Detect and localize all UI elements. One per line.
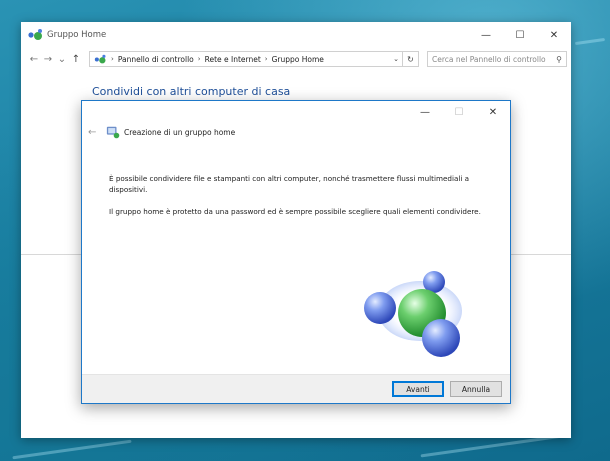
breadcrumb-separator[interactable]: ›: [265, 55, 268, 63]
address-bar[interactable]: › Pannello di controllo › Rete e Interne…: [89, 51, 403, 67]
search-placeholder: Cerca nel Pannello di controllo: [432, 54, 546, 64]
cancel-button[interactable]: Annulla: [450, 381, 502, 397]
breadcrumb-item-control-panel[interactable]: Pannello di controllo: [118, 55, 194, 64]
dialog-minimize-button[interactable]: —: [408, 101, 442, 123]
background-streak: [12, 439, 132, 460]
dialog-header: ← Creazione di un gruppo home: [88, 125, 235, 139]
navigation-bar: ← → ⌄ ↑ › Pannello di controllo › Rete e…: [21, 48, 571, 70]
dialog-title: Creazione di un gruppo home: [124, 127, 236, 137]
maximize-button[interactable]: ☐: [503, 22, 537, 48]
next-button[interactable]: Avanti: [392, 381, 444, 397]
dialog-maximize-button: ☐: [454, 106, 464, 118]
search-icon: ⚲: [556, 54, 562, 64]
homegroup-icon: [94, 54, 106, 63]
back-arrow-icon[interactable]: ←: [27, 54, 41, 65]
breadcrumb-separator[interactable]: ›: [198, 55, 201, 63]
description-paragraph: È possibile condividere file e stampanti…: [109, 174, 470, 194]
title-bar: Gruppo Home — ☐ ✕: [21, 22, 571, 48]
recent-locations-icon[interactable]: ⌄: [55, 54, 69, 65]
back-arrow-icon[interactable]: ←: [88, 127, 102, 138]
up-arrow-icon[interactable]: ↑: [69, 54, 83, 65]
homegroup-icon: [28, 29, 42, 40]
window-controls: — ☐ ✕: [469, 22, 571, 48]
password-paragraph: Il gruppo home è protetto da una passwor…: [109, 207, 481, 216]
close-button[interactable]: ✕: [537, 22, 571, 48]
homegroup-illustration: [364, 271, 462, 357]
dialog-footer: Avanti Annulla: [82, 374, 510, 403]
dialog-close-button[interactable]: ✕: [476, 101, 510, 123]
create-homegroup-dialog: — ☐ ✕ ← Creazione di un gruppo home È po…: [81, 100, 511, 404]
minimize-button[interactable]: —: [469, 22, 503, 48]
breadcrumb-item-network[interactable]: Rete e Internet: [205, 55, 261, 64]
background-streak: [574, 37, 606, 46]
breadcrumb-item-homegroup[interactable]: Gruppo Home: [272, 55, 324, 64]
page-heading: Condividi con altri computer di casa: [92, 85, 291, 98]
forward-arrow-icon[interactable]: →: [41, 54, 55, 65]
breadcrumb-separator: ›: [111, 55, 114, 63]
address-dropdown-icon[interactable]: ⌄: [393, 55, 399, 63]
homegroup-icon: [106, 126, 120, 139]
window-title: Gruppo Home: [47, 30, 107, 40]
refresh-button[interactable]: ↻: [403, 51, 419, 67]
dialog-controls: — ☐ ✕: [408, 101, 510, 123]
search-input[interactable]: Cerca nel Pannello di controllo ⚲: [427, 51, 567, 67]
